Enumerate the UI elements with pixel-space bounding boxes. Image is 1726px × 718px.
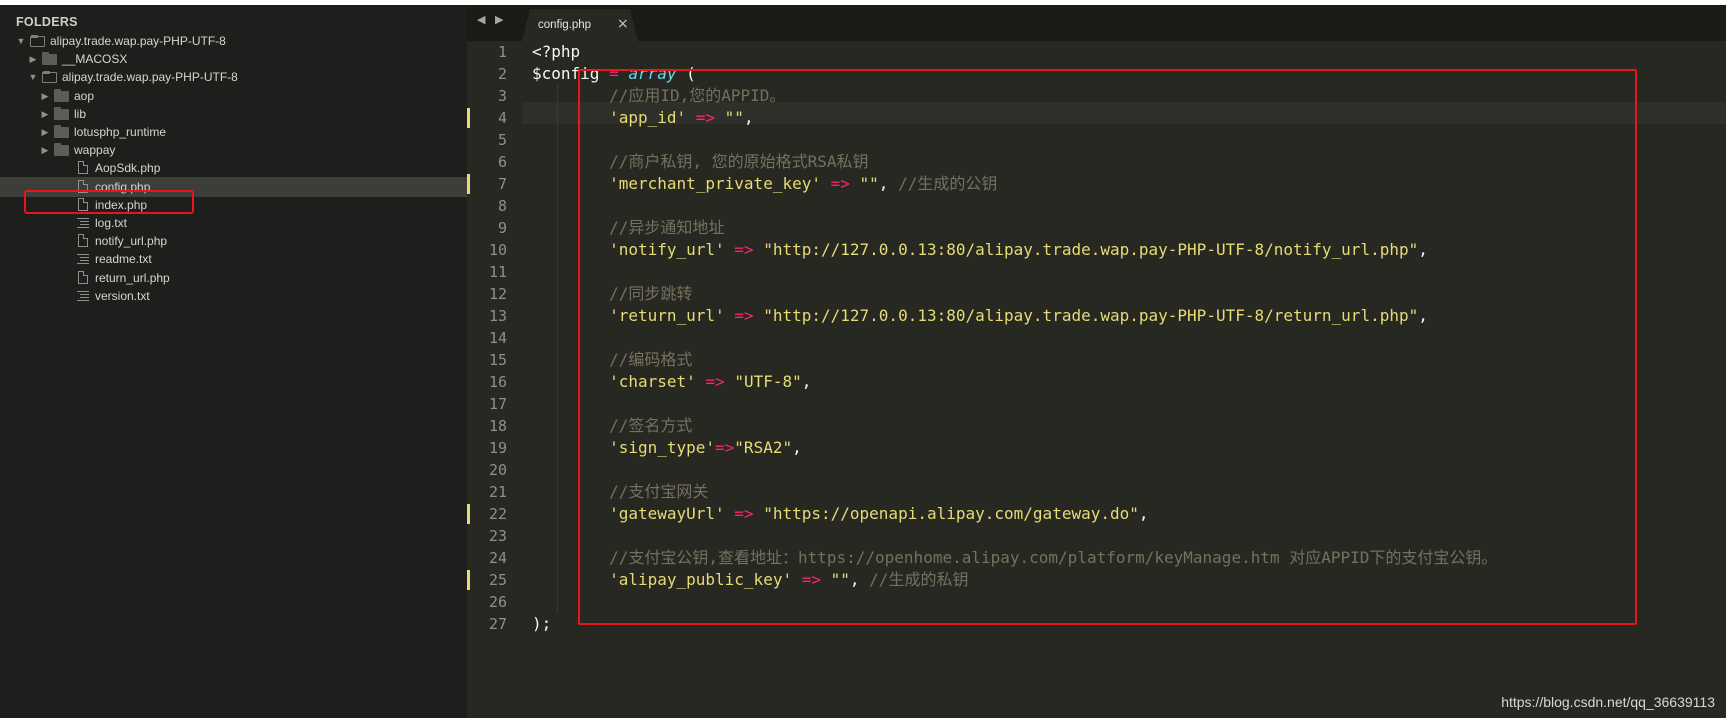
tree-item[interactable]: ▶ wappay — [0, 140, 467, 160]
modified-line-marker — [467, 570, 470, 590]
tree-item[interactable]: AopSdk.php — [0, 158, 467, 178]
line-number: 16 — [488, 373, 507, 391]
line-number: 11 — [488, 263, 507, 281]
tree-item[interactable]: version.txt — [0, 286, 467, 306]
line-number: 5 — [497, 131, 507, 149]
line-number: 1 — [497, 43, 507, 61]
chevron-down-icon[interactable]: ▼ — [16, 31, 26, 51]
folder-icon — [54, 125, 69, 138]
folder-open-icon — [30, 35, 45, 47]
tab-bar: ◀ ▶ config.php × — [467, 5, 1726, 41]
tab-nav: ◀ ▶ — [477, 13, 509, 26]
line-number: 26 — [488, 593, 507, 611]
line-number: 18 — [488, 417, 507, 435]
tree-item-label: alipay.trade.wap.pay-PHP-UTF-8 — [62, 70, 238, 85]
line-number-gutter: 1 2 3 4 5 6 7 8 9 10 11 12 13 14 15 16 17 18 19 20 21 22 23 24 2… — [467, 41, 522, 718]
chevron-right-icon[interactable]: ▶ — [40, 86, 50, 106]
line-number: 4 — [497, 109, 507, 127]
line-number: 14 — [488, 329, 507, 347]
code-token: ); — [532, 614, 552, 633]
chevron-right-icon[interactable]: ▶ — [40, 122, 50, 142]
tree-item[interactable]: log.txt — [0, 213, 467, 233]
text-file-icon — [77, 289, 89, 302]
selection-highlight-box — [24, 190, 194, 214]
tab-config-php[interactable]: config.php × — [522, 9, 638, 41]
tree-item-label: aop — [74, 88, 95, 103]
annotation-highlight-box — [578, 69, 1637, 625]
line-number: 27 — [488, 615, 507, 633]
line-number: 10 — [488, 241, 507, 259]
tree-item[interactable]: ▶ aop — [0, 86, 467, 106]
line-number: 13 — [488, 307, 507, 325]
tree-item-label: return_url.php — [95, 270, 170, 285]
tab-label: config.php — [538, 19, 592, 31]
tree-item-label: __MACOSX — [62, 52, 128, 67]
indent-guide — [557, 85, 559, 613]
line-number: 12 — [488, 285, 507, 303]
modified-line-marker — [467, 504, 470, 524]
tree-item-label: alipay.trade.wap.pay-PHP-UTF-8 — [50, 34, 226, 48]
folder-icon — [54, 88, 69, 102]
file-icon — [78, 234, 88, 248]
line-number: 20 — [488, 461, 507, 479]
folder-icon — [54, 106, 69, 120]
file-icon — [78, 161, 88, 175]
tree-item[interactable]: readme.txt — [0, 249, 467, 269]
tree-item-label: readme.txt — [95, 252, 152, 267]
text-file-icon — [77, 253, 89, 266]
line-number: 6 — [497, 153, 507, 171]
line-number: 9 — [497, 219, 507, 237]
modified-line-marker — [467, 108, 470, 128]
chevron-right-icon[interactable]: ▶ — [40, 140, 50, 160]
chevron-right-icon[interactable]: ▶ — [40, 104, 50, 124]
line-number: 23 — [488, 527, 507, 545]
tree-item-label: notify_url.php — [95, 234, 168, 249]
code-line[interactable]: <?php — [532, 41, 580, 63]
tab-next-icon[interactable]: ▶ — [495, 13, 503, 26]
tab-prev-icon[interactable]: ◀ — [477, 13, 485, 26]
code-token: <?php — [532, 42, 581, 61]
folder-open-icon — [42, 71, 57, 84]
modified-line-marker — [467, 174, 470, 194]
tree-item-label: wappay — [74, 143, 116, 158]
tree-item[interactable]: ▼ alipay.trade.wap.pay-PHP-UTF-8 — [0, 31, 467, 51]
line-number: 3 — [497, 87, 507, 105]
tree-item-label: version.txt — [95, 288, 150, 303]
line-number: 24 — [488, 549, 507, 567]
folders-header: FOLDERS — [16, 15, 78, 29]
chevron-down-icon[interactable]: ▼ — [28, 67, 38, 87]
tree-item-label: lotusphp_runtime — [74, 125, 167, 139]
tree-item-label: AopSdk.php — [95, 161, 161, 176]
text-file-icon — [77, 217, 89, 229]
close-icon[interactable]: × — [617, 16, 629, 32]
line-number: 19 — [488, 439, 507, 457]
line-number: 25 — [488, 571, 507, 589]
tree-item[interactable]: ▶ __MACOSX — [0, 49, 467, 69]
tree-item-label: lib — [74, 106, 87, 121]
line-number: 15 — [488, 351, 507, 369]
line-number: 17 — [488, 395, 507, 413]
line-number: 7 — [497, 175, 507, 193]
line-number: 2 — [497, 65, 507, 83]
tree-item[interactable]: return_url.php — [0, 268, 467, 288]
tree-item[interactable]: ▼ alipay.trade.wap.pay-PHP-UTF-8 — [0, 67, 467, 87]
code-line[interactable]: ); — [532, 613, 551, 635]
chevron-right-icon[interactable]: ▶ — [28, 49, 38, 69]
sidebar: FOLDERS ▼ alipay.trade.wap.pay-PHP-UTF-8 ▶… — [0, 5, 467, 718]
line-number: 21 — [488, 483, 507, 501]
file-icon — [78, 270, 88, 284]
tree-item[interactable]: ▶ lotusphp_runtime — [0, 122, 467, 142]
tree-item-label: log.txt — [95, 216, 128, 230]
line-number: 8 — [497, 197, 507, 215]
line-number: 22 — [488, 505, 507, 523]
folder-icon — [54, 143, 69, 157]
tree-item[interactable]: ▶ lib — [0, 104, 467, 124]
tree-item[interactable]: notify_url.php — [0, 231, 467, 251]
folder-icon — [42, 52, 57, 66]
watermark: https://blog.csdn.net/qq_36639113 — [1501, 694, 1715, 710]
